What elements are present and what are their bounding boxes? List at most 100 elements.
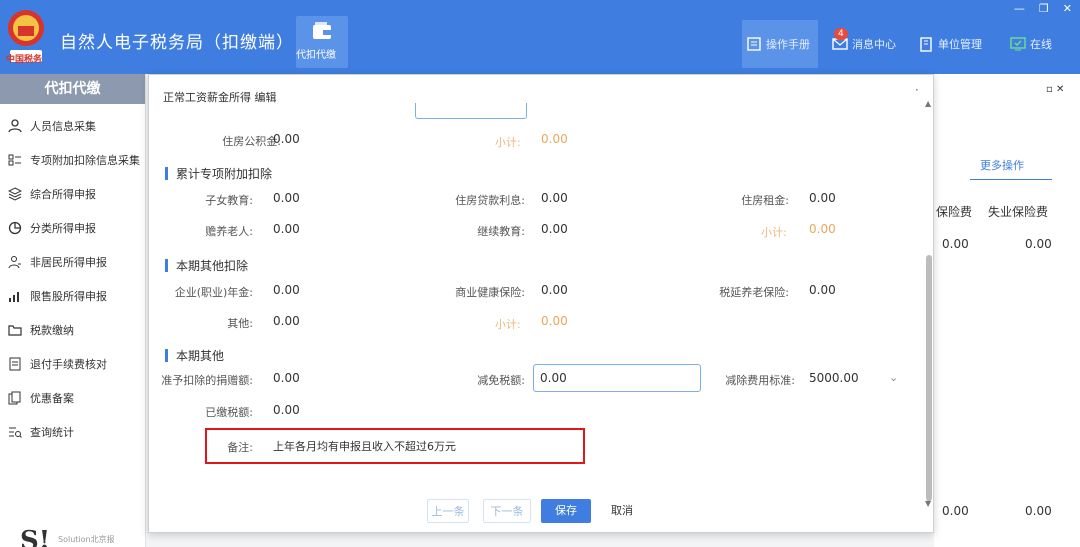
module-label: 代扣代缴	[296, 50, 336, 61]
scroll-down-icon[interactable]: ▼	[925, 499, 931, 508]
annuity-label: 企业(职业)年金:	[174, 286, 253, 299]
expense-standard-select[interactable]: 5000.00	[809, 371, 859, 385]
minimize-icon[interactable]: —	[1014, 2, 1025, 15]
panel-controls[interactable]: ▫ ✕	[1046, 84, 1064, 95]
paid-tax-value: 0.00	[273, 403, 300, 417]
next-button[interactable]: 下一条	[483, 499, 531, 523]
cancel-button[interactable]: 取消	[601, 499, 643, 523]
scroll-up-icon[interactable]: ▲	[925, 99, 931, 108]
rent-value: 0.00	[809, 191, 836, 205]
sidebar-item-classified[interactable]: 分类所得申报	[8, 220, 96, 236]
table-cell: 0.00	[1025, 504, 1052, 518]
close-icon[interactable]: ✕	[1063, 2, 1072, 15]
sidebar-item-label: 退付手续费核对	[30, 358, 107, 371]
edit-dialog: 正常工资薪金所得 编辑 · 住房公积金: 0.00 小计: 0.00 累计专项附…	[148, 74, 934, 533]
app-title: 自然人电子税务局（扣缴端）	[60, 33, 294, 53]
sidebar-item-nonresident[interactable]: 非居民所得申报	[8, 254, 107, 270]
remark-value: 上年各月均有申报且收入不超过6万元	[273, 440, 456, 453]
scroll-thumb[interactable]	[926, 255, 932, 501]
document-icon	[9, 357, 21, 371]
bar-chart-icon	[9, 292, 19, 302]
continuing-education-value: 0.00	[541, 222, 568, 236]
continuing-education-label: 继续教育:	[477, 225, 525, 238]
top-bar: 中国税务 自然人电子税务局（扣缴端） 代扣代缴 操作手册 4 消息中心 单位管理…	[0, 0, 1080, 74]
health-insurance-label: 商业健康保险:	[455, 286, 525, 299]
subtotal-label: 小计:	[495, 318, 521, 331]
building-icon	[920, 37, 932, 52]
section-bar	[165, 167, 168, 180]
other-label: 其他:	[227, 317, 253, 330]
donation-label: 准予扣除的捐赠额:	[161, 374, 253, 387]
more-ops-button[interactable]: 更多操作	[970, 152, 1052, 180]
subtotal-value: 0.00	[809, 222, 836, 236]
other-value: 0.00	[273, 314, 300, 328]
sidebar-item-refund-check[interactable]: 退付手续费核对	[8, 356, 107, 372]
restore-icon[interactable]: ❐	[1039, 2, 1049, 15]
section-title-other-deduction: 本期其他扣除	[165, 257, 248, 274]
table-cell: 0.00	[942, 237, 969, 251]
section-label: 累计专项附加扣除	[176, 167, 273, 181]
query-icon	[9, 427, 22, 438]
donation-value: 0.00	[273, 371, 300, 385]
sidebar-item-tax-payment[interactable]: 税款缴纳	[8, 322, 74, 338]
section-bar	[165, 259, 168, 272]
manual-button[interactable]: 操作手册	[742, 20, 818, 68]
housing-fund-label: 住房公积金:	[222, 135, 281, 148]
footer-logo: S!	[20, 526, 51, 547]
sidebar-item-label: 人员信息采集	[30, 120, 96, 133]
manual-label: 操作手册	[766, 38, 810, 51]
clipped-input	[415, 103, 527, 119]
chevron-down-icon[interactable]: ⌄	[889, 371, 898, 384]
wallet-icon	[313, 22, 331, 39]
housing-fund-value: 0.00	[273, 132, 300, 146]
messages-badge: 4	[834, 28, 848, 40]
prev-button[interactable]: 上一条	[427, 499, 469, 523]
health-insurance-value: 0.00	[541, 283, 568, 297]
sidebar-item-special-deduction[interactable]: 专项附加扣除信息采集	[8, 152, 140, 168]
tax-deferred-pension-value: 0.00	[809, 283, 836, 297]
sidebar-item-personnel[interactable]: 人员信息采集	[8, 118, 96, 134]
pie-icon	[8, 221, 22, 235]
org-button[interactable]: 单位管理	[914, 20, 986, 68]
online-status[interactable]: 在线	[1006, 20, 1056, 68]
footer-logo-text: Solution北京报	[58, 535, 115, 544]
book-icon	[747, 37, 761, 51]
sidebar-item-label: 优惠备案	[30, 392, 74, 405]
sidebar-item-label: 查询统计	[30, 426, 74, 439]
sidebar-item-comprehensive[interactable]: 综合所得申报	[8, 186, 96, 202]
dialog-scrollbar[interactable]: ▲ ▼	[925, 99, 933, 509]
sidebar-item-preferential[interactable]: 优惠备案	[8, 390, 74, 406]
expense-standard-label: 减除费用标准:	[725, 374, 795, 387]
sidebar-item-label: 税款缴纳	[30, 324, 74, 337]
messages-button[interactable]: 4 消息中心	[828, 20, 900, 68]
subtotal-label: 小计:	[761, 226, 787, 239]
sidebar-item-query[interactable]: 查询统计	[8, 424, 74, 440]
save-button[interactable]: 保存	[541, 499, 591, 523]
background-panel	[934, 74, 1080, 547]
section-label: 本期其他扣除	[176, 259, 249, 273]
sidebar-item-restricted-stock[interactable]: 限售股所得申报	[8, 288, 107, 304]
module-tile-withholding[interactable]: 代扣代缴	[296, 16, 348, 68]
section-label: 本期其他	[176, 349, 225, 363]
column-header: 失业保险费	[988, 205, 1049, 219]
folder-icon	[8, 325, 22, 336]
messages-label: 消息中心	[852, 38, 896, 51]
table-cell: 0.00	[1025, 237, 1052, 251]
section-title-other: 本期其他	[165, 347, 224, 364]
sidebar-item-label: 分类所得申报	[30, 222, 96, 235]
dialog-menu-icon[interactable]: ·	[915, 83, 919, 97]
layers-icon	[8, 187, 22, 201]
rent-label: 住房租金:	[741, 194, 789, 207]
remark-label: 备注:	[227, 441, 253, 454]
loan-interest-label: 住房贷款利息:	[455, 194, 525, 207]
window-controls: — ❐ ✕	[1014, 2, 1072, 15]
paid-tax-label: 已缴税额:	[205, 406, 253, 419]
tax-relief-label: 减免税额:	[477, 374, 525, 387]
subtotal-value: 0.00	[541, 314, 568, 328]
org-label: 单位管理	[938, 38, 982, 51]
loan-interest-value: 0.00	[541, 191, 568, 205]
elderly-value: 0.00	[273, 222, 300, 236]
section-bar	[165, 349, 168, 362]
clipped-row	[163, 103, 903, 119]
tax-relief-input[interactable]: 0.00	[533, 364, 701, 392]
